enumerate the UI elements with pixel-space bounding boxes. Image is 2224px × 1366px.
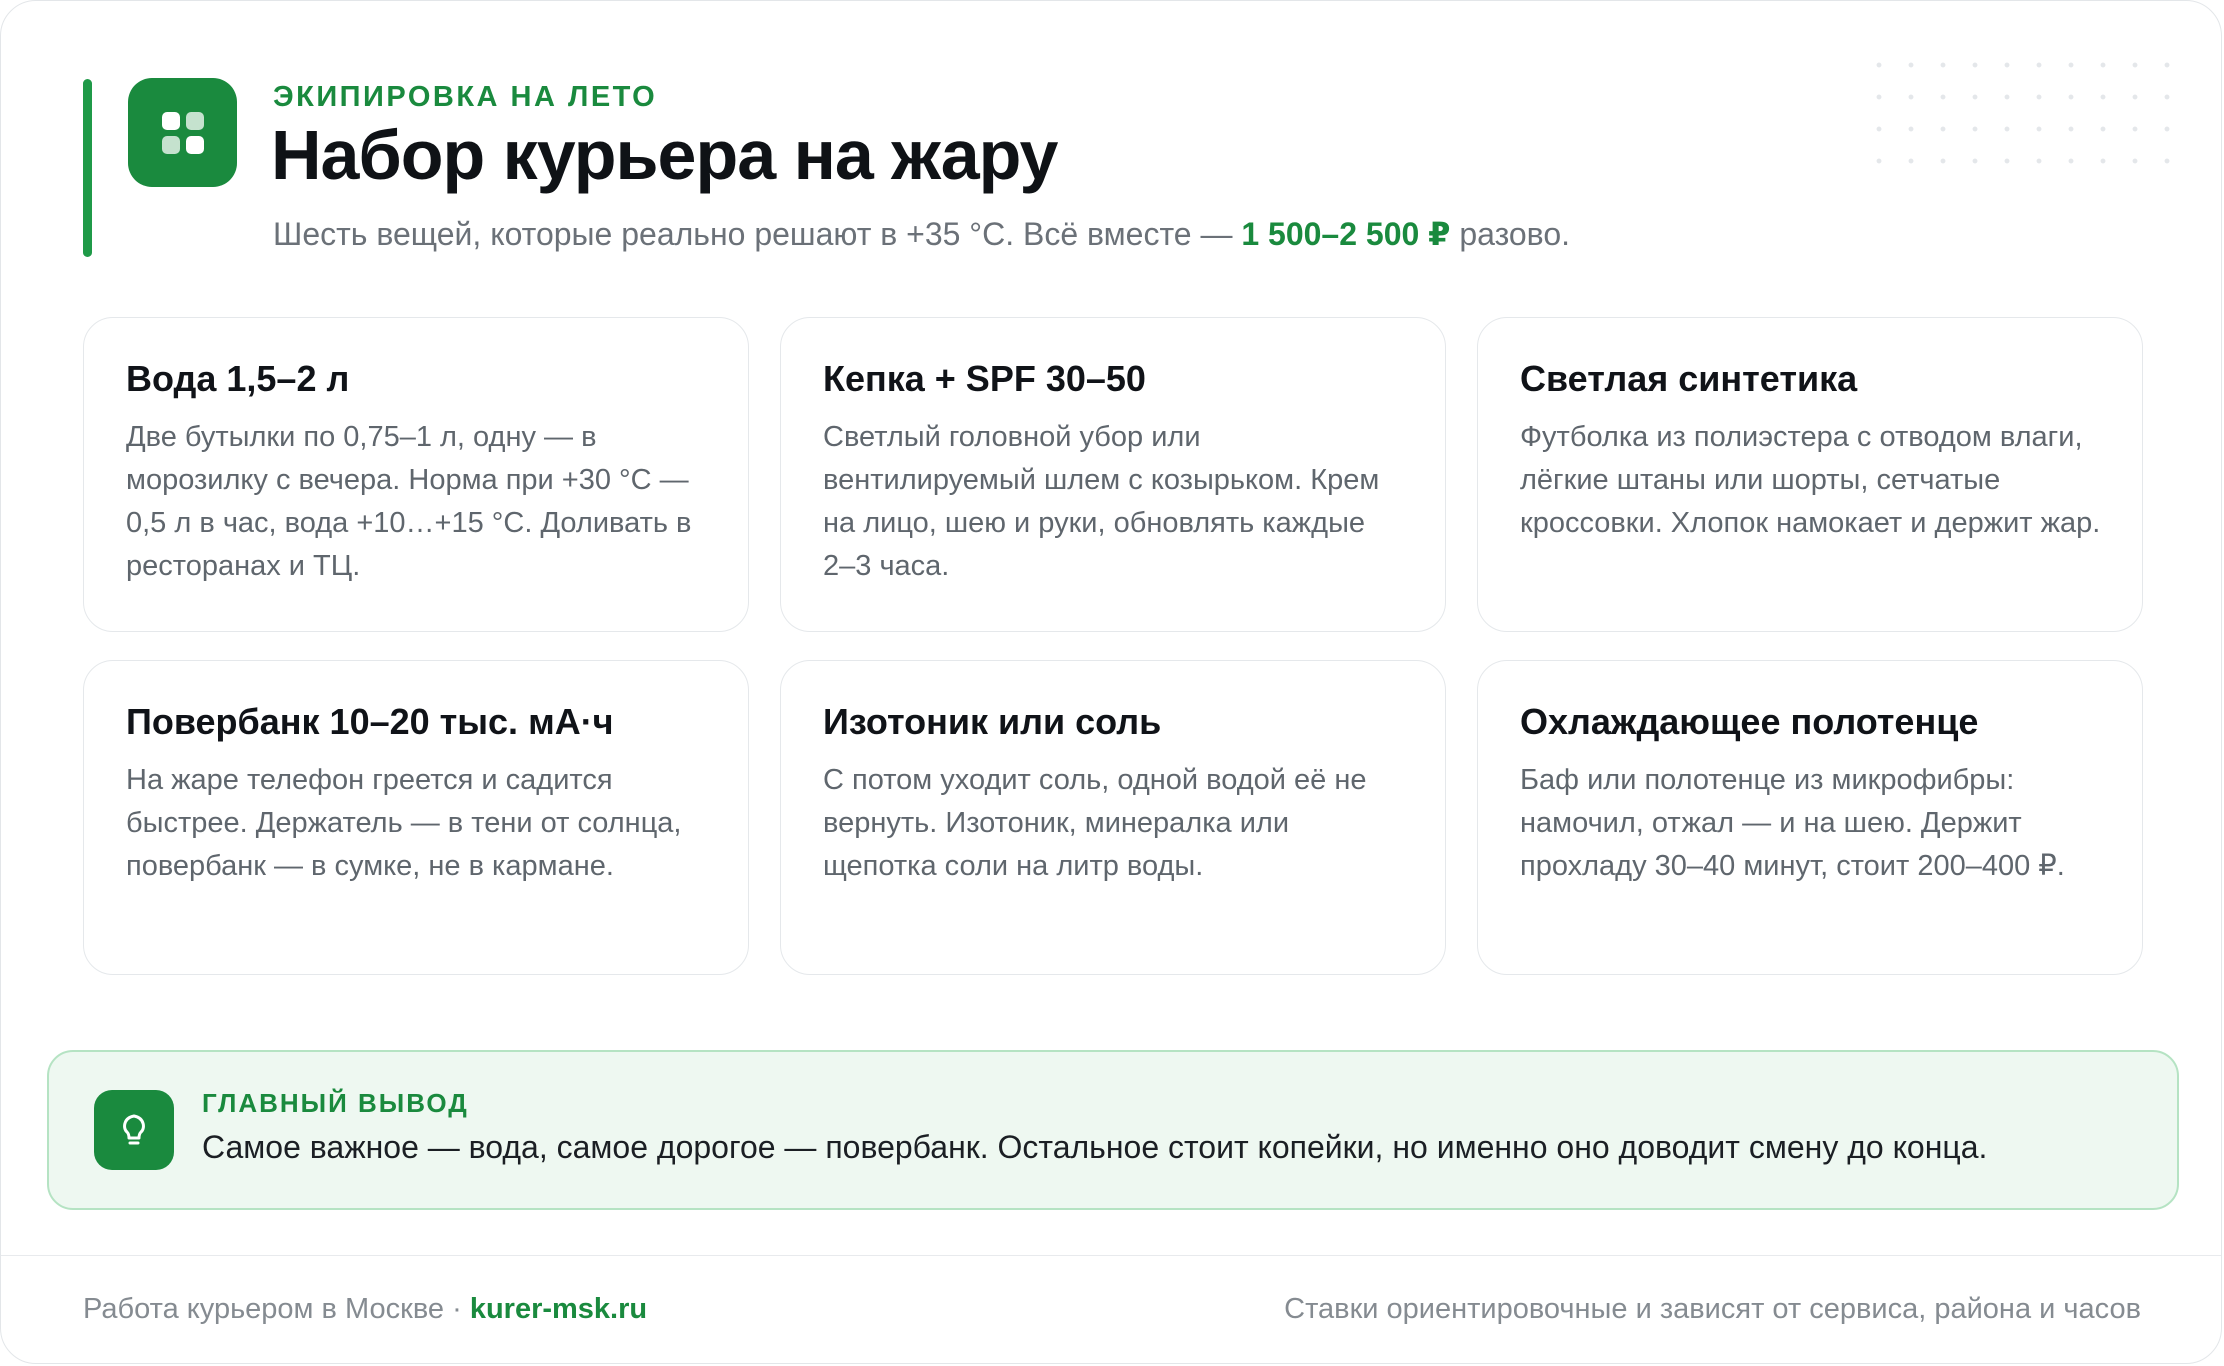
subtitle: Шесть вещей, которые реально решают в +3… <box>273 215 1570 253</box>
subtitle-text: Шесть вещей, которые реально решают в +3… <box>273 216 1242 252</box>
card-title: Вода 1,5–2 л <box>126 358 350 399</box>
item-card: Повербанк 10–20 тыс. мА·ч На жаре телефо… <box>83 660 749 975</box>
price-highlight: 1 500–2 500 ₽ <box>1241 216 1451 252</box>
page-title: Набор курьера на жару <box>271 116 1058 194</box>
item-card: Охлаждающее полотенце Баф или полотенце … <box>1477 660 2143 975</box>
card-text: Футболка из полиэстера с отводом влаги, … <box>1520 421 2101 539</box>
card-text: Баф или полотенце из микрофибры: намочил… <box>1520 764 2065 882</box>
card-text: Светлый головной убор или вентилируемый … <box>823 421 1380 582</box>
dot-pattern <box>1863 49 2175 189</box>
card-title: Охлаждающее полотенце <box>1520 701 1979 742</box>
lightbulb-icon <box>94 1090 174 1170</box>
subtitle-tail: разово. <box>1450 216 1570 252</box>
site-link[interactable]: kurer-msk.ru <box>470 1293 647 1325</box>
card-title: Кепка + SPF 30–50 <box>823 358 1146 399</box>
card-title: Светлая синтетика <box>1520 358 1858 399</box>
infographic-card: ЭКИПИРОВКА НА ЛЕТО Набор курьера на жару… <box>0 0 2222 1364</box>
conclusion-label: ГЛАВНЫЙ ВЫВОД <box>202 1088 469 1118</box>
item-card: Светлая синтетика Футболка из полиэстера… <box>1477 317 2143 632</box>
card-title: Изотоник или соль <box>823 701 1162 742</box>
card-text: С потом уходит соль, одной водой её не в… <box>823 764 1367 882</box>
footer-source-text: Работа курьером в Москве · <box>83 1293 470 1325</box>
items-grid: Вода 1,5–2 л Две бутылки по 0,75–1 л, од… <box>83 317 2143 975</box>
item-card: Кепка + SPF 30–50 Светлый головной убор … <box>780 317 1446 632</box>
conclusion-box: ГЛАВНЫЙ ВЫВОД Самое важное — вода, самое… <box>47 1050 2179 1210</box>
card-text: Две бутылки по 0,75–1 л, одну — в морози… <box>126 421 692 582</box>
conclusion-text: Самое важное — вода, самое дорогое — пов… <box>202 1129 1988 1165</box>
item-card: Вода 1,5–2 л Две бутылки по 0,75–1 л, од… <box>83 317 749 632</box>
footer-disclaimer: Ставки ориентировочные и зависят от серв… <box>1284 1293 2141 1325</box>
footer-source: Работа курьером в Москве · kurer-msk.ru <box>83 1293 647 1326</box>
item-card: Изотоник или соль С потом уходит соль, о… <box>780 660 1446 975</box>
card-text: На жаре телефон греется и садится быстре… <box>126 764 682 882</box>
footer-divider <box>1 1255 2221 1256</box>
accent-bar <box>83 79 92 257</box>
card-title: Повербанк 10–20 тыс. мА·ч <box>126 701 614 742</box>
eyebrow-label: ЭКИПИРОВКА НА ЛЕТО <box>273 81 658 113</box>
grid-icon <box>128 78 237 187</box>
